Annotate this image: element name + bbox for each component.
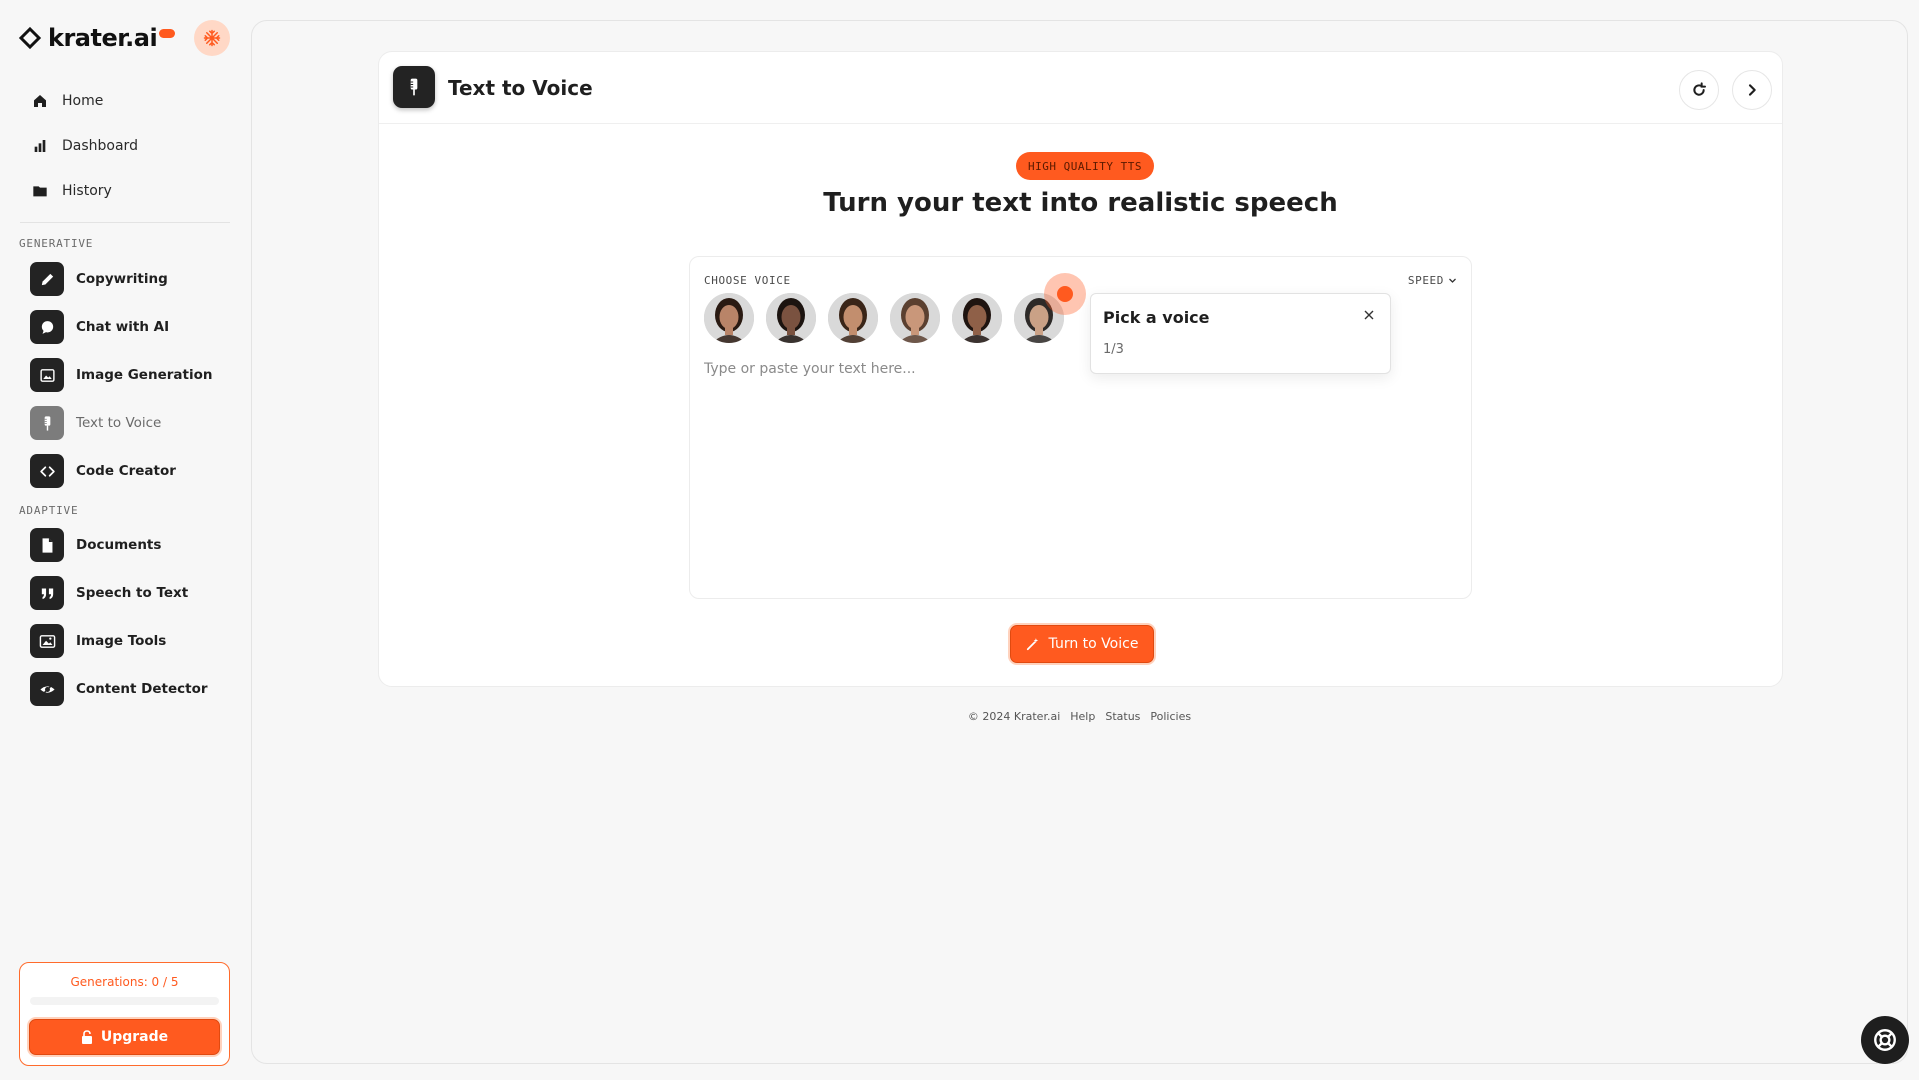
nav-item-label: History (62, 182, 112, 199)
headline: Turn your text into realistic speech (823, 188, 1338, 218)
adaptive-tools: Documents Speech to Text Image Tools Con… (30, 521, 230, 713)
sidebar-item-content-detector[interactable]: Content Detector (30, 665, 230, 713)
nav-item-label: Dashboard (62, 137, 138, 154)
upgrade-label: Upgrade (100, 1029, 169, 1045)
page-title: Text to Voice (448, 76, 593, 100)
bar-chart-icon (34, 139, 46, 152)
voice-avatar-3[interactable] (828, 293, 878, 343)
tooltip-step: 1/3 (1103, 342, 1124, 357)
eye-scan-icon (30, 672, 64, 706)
sidebar-item-speech-to-text[interactable]: Speech to Text (30, 569, 230, 617)
lock-icon (81, 1030, 92, 1044)
sidebar-item-code-creator[interactable]: Code Creator (30, 447, 230, 495)
sidebar-item-label: Copywriting (76, 271, 168, 287)
brand-name: krater.ai (48, 24, 158, 52)
generative-tools: Copywriting Chat with AI Image Generatio… (30, 255, 230, 495)
footer: © 2024 Krater.ai Help Status Policies (252, 710, 1907, 723)
sidebar-divider (20, 222, 230, 223)
main-panel: Text to Voice HIGH QUALITY TTS Turn your… (251, 20, 1908, 1064)
sidebar-item-label: Content Detector (76, 681, 208, 697)
refresh-icon (1693, 82, 1706, 96)
choose-voice-label: CHOOSE VOICE (704, 274, 791, 287)
voice-list (704, 293, 1064, 343)
document-icon (30, 528, 64, 562)
tooltip-title: Pick a voice (1103, 308, 1210, 327)
copyright: © 2024 Krater.ai (967, 710, 1061, 723)
sidebar-item-image-generation[interactable]: Image Generation (30, 351, 230, 399)
speed-dropdown[interactable]: SPEED (1408, 274, 1457, 287)
turn-to-voice-label: Turn to Voice (1048, 636, 1139, 652)
magic-wand-icon (1026, 638, 1038, 651)
primary-nav: Home Dashboard History (22, 78, 232, 213)
pencil-icon (30, 262, 64, 296)
voice-editor: CHOOSE VOICE SPEED Pick a voice 1/3 (689, 256, 1472, 599)
sidebar-item-label: Documents (76, 537, 162, 553)
chevron-right-icon (1748, 84, 1756, 96)
generations-count: Generations: 0 / 5 (70, 975, 179, 989)
microphone-icon (30, 406, 64, 440)
sidebar-item-chat-with-ai[interactable]: Chat with AI (30, 303, 230, 351)
chat-bubble-icon (30, 310, 64, 344)
text-input[interactable] (704, 361, 1459, 581)
quality-badge: HIGH QUALITY TTS (1016, 152, 1154, 180)
sidebar-item-label: Code Creator (76, 463, 176, 479)
footer-link-status[interactable]: Status (1105, 710, 1140, 723)
section-label-adaptive: ADAPTIVE (19, 504, 79, 517)
photo-edit-icon (30, 624, 64, 658)
voice-avatar-4[interactable] (890, 293, 940, 343)
sidebar-item-label: Image Tools (76, 633, 167, 649)
sidebar-item-label: Text to Voice (76, 415, 162, 431)
sidebar-item-label: Speech to Text (76, 585, 189, 601)
sidebar-item-documents[interactable]: Documents (30, 521, 230, 569)
lifebuoy-icon (1874, 1029, 1896, 1051)
voice-avatar-2[interactable] (766, 293, 816, 343)
image-icon (30, 358, 64, 392)
snowflake-icon[interactable] (194, 20, 230, 56)
home-icon (34, 94, 46, 107)
turn-to-voice-button[interactable]: Turn to Voice (1010, 625, 1154, 663)
footer-link-help[interactable]: Help (1070, 710, 1095, 723)
upgrade-button[interactable]: Upgrade (29, 1019, 220, 1055)
quote-icon (30, 576, 64, 610)
next-button[interactable] (1732, 70, 1772, 110)
krater-logo-icon (18, 26, 42, 50)
sidebar-item-image-tools[interactable]: Image Tools (30, 617, 230, 665)
generations-card: Generations: 0 / 5 Upgrade (19, 962, 230, 1066)
section-label-generative: GENERATIVE (19, 237, 94, 250)
tour-hotspot[interactable] (1044, 273, 1086, 315)
chevron-down-icon (1449, 278, 1456, 283)
sidebar-item-label: Image Generation (76, 367, 213, 383)
speed-label: SPEED (1407, 274, 1444, 287)
text-to-voice-card: Text to Voice HIGH QUALITY TTS Turn your… (378, 51, 1783, 687)
card-header: Text to Voice (379, 52, 1782, 124)
generations-progress (30, 997, 219, 1005)
nav-item-label: Home (62, 92, 104, 109)
refresh-button[interactable] (1679, 70, 1719, 110)
voice-avatar-1[interactable] (704, 293, 754, 343)
footer-link-policies[interactable]: Policies (1150, 710, 1191, 723)
voice-avatar-5[interactable] (952, 293, 1002, 343)
sidebar: krater.ai Home Dashboard History GENERAT… (0, 0, 250, 1080)
help-button[interactable] (1861, 1016, 1909, 1064)
sidebar-item-text-to-voice[interactable]: Text to Voice (30, 399, 230, 447)
brand-badge (159, 28, 176, 38)
nav-item-home[interactable]: Home (22, 78, 232, 123)
nav-item-history[interactable]: History (22, 168, 232, 213)
sidebar-item-label: Chat with AI (76, 319, 170, 335)
code-icon (30, 454, 64, 488)
brand[interactable]: krater.ai (18, 20, 176, 56)
close-icon[interactable] (1360, 306, 1378, 324)
folder-icon (33, 185, 47, 196)
microphone-icon (393, 66, 435, 108)
nav-item-dashboard[interactable]: Dashboard (22, 123, 232, 168)
sidebar-item-copywriting[interactable]: Copywriting (30, 255, 230, 303)
tour-hotspot-dot (1057, 286, 1073, 302)
